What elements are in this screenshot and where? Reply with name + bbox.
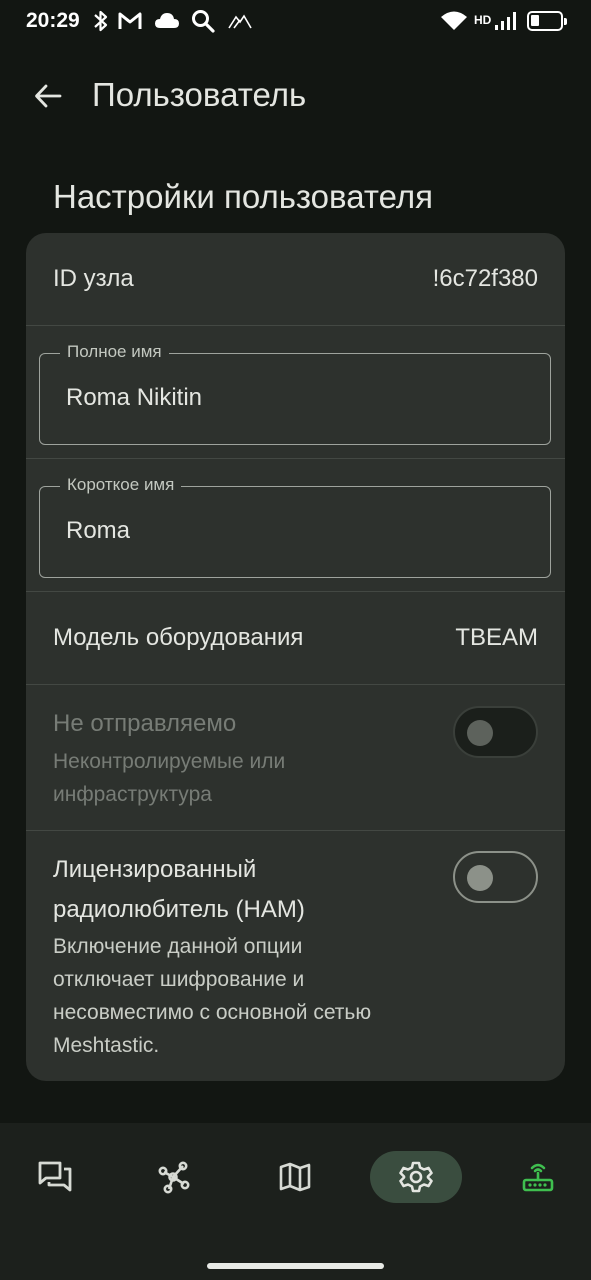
short-name-field[interactable]: Короткое имя Roma (39, 475, 551, 578)
long-name-label: Полное имя (60, 342, 169, 362)
arrow-back-icon (35, 84, 62, 108)
page-title: Пользователь (92, 76, 307, 113)
map-icon (279, 1162, 311, 1192)
licensed-ham-description-line2: отключает шифрование и (53, 968, 305, 991)
licensed-ham-title-line1: Лицензированный (53, 856, 257, 883)
divider (26, 325, 565, 326)
back-button[interactable] (26, 74, 70, 118)
nav-messages[interactable] (9, 1151, 101, 1203)
unmessageable-description-line1: Неконтролируемые или (53, 750, 286, 773)
messages-icon (38, 1161, 72, 1192)
node-id-label: ID узла (53, 265, 134, 292)
unmessageable-description-line2: инфраструктура (53, 783, 212, 806)
unmessageable-row: Не отправляемо Неконтролируемые или инфр… (26, 685, 565, 830)
status-time: 20:29 (26, 9, 80, 32)
gmail-icon (118, 12, 142, 29)
signal-shape-icon (228, 14, 252, 29)
section-title: Настройки пользователя (53, 178, 433, 215)
nav-map[interactable] (249, 1151, 341, 1203)
unmessageable-title: Не отправляемо (53, 710, 237, 737)
licensed-ham-description-line3: несовместимо с основной сетью (53, 1001, 372, 1024)
network-type: HD (474, 13, 492, 27)
battery-icon (527, 11, 567, 31)
switch-thumb (467, 720, 493, 746)
node-id-row: ID узла !6c72f380 (26, 233, 565, 325)
nav-connections[interactable] (492, 1151, 584, 1203)
licensed-ham-title-line2: радиолюбитель (HAM) (53, 896, 305, 923)
cell-signal-icon (495, 12, 516, 30)
licensed-ham-description-line1: Включение данной опции (53, 935, 303, 958)
user-settings-card: ID узла !6c72f380 Полное имя Roma Nikiti… (26, 233, 565, 1081)
screen: 20:29 HD Пользователь Настройки пользова… (0, 0, 591, 1280)
settings-icon (399, 1161, 433, 1193)
wifi-icon (441, 11, 467, 30)
nodes-icon (158, 1161, 190, 1194)
licensed-ham-switch[interactable] (453, 851, 538, 903)
nav-settings[interactable] (370, 1151, 462, 1203)
cloud-icon (155, 13, 179, 28)
hardware-model-row: Модель оборудования TBEAM (26, 592, 565, 684)
long-name-value: Roma Nikitin (66, 384, 203, 411)
unmessageable-switch (453, 706, 538, 758)
licensed-ham-row[interactable]: Лицензированный радиолюбитель (HAM) Вклю… (26, 831, 565, 1081)
hardware-model-label: Модель оборудования (53, 624, 304, 651)
switch-thumb (467, 864, 493, 891)
node-id-value: !6c72f380 (432, 265, 538, 292)
home-indicator[interactable] (207, 1263, 384, 1269)
short-name-label: Короткое имя (60, 475, 182, 495)
bluetooth-icon (94, 10, 108, 32)
licensed-ham-description-line4: Meshtastic. (53, 1034, 160, 1057)
short-name-value: Roma (66, 517, 131, 544)
hardware-model-value: TBEAM (455, 624, 538, 651)
bottom-navigation (0, 1123, 591, 1280)
nav-nodes[interactable] (128, 1151, 220, 1203)
connection-router-icon (522, 1163, 554, 1192)
divider (26, 458, 565, 459)
search-icon (192, 10, 215, 33)
status-bar: 20:29 HD (0, 0, 591, 44)
long-name-field[interactable]: Полное имя Roma Nikitin (39, 342, 551, 445)
